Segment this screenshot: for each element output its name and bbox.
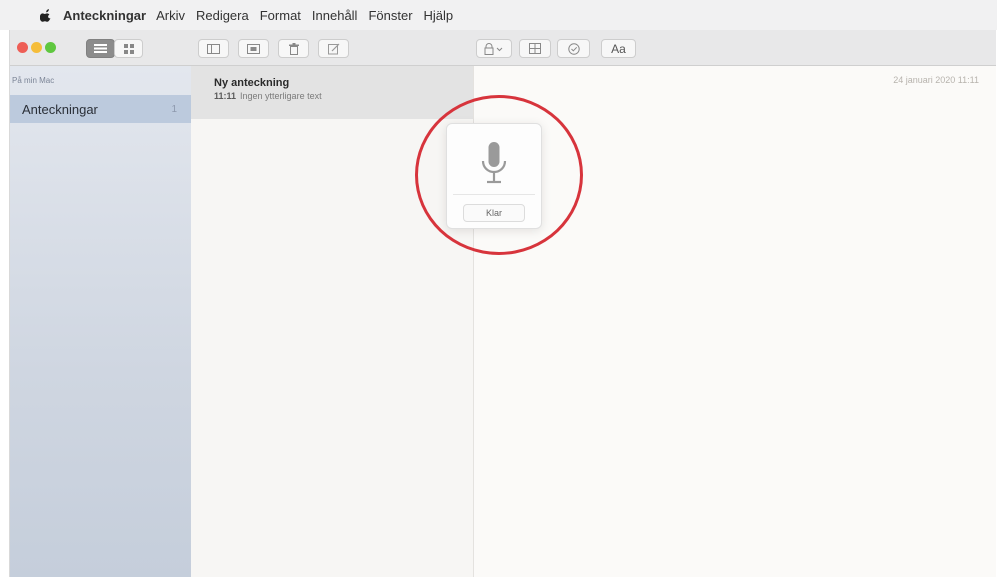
sidebar-toggle-icon xyxy=(207,43,220,54)
attachments-button[interactable] xyxy=(238,39,269,58)
lock-button[interactable] xyxy=(476,39,512,58)
list-view-button[interactable] xyxy=(86,39,115,58)
menu-redigera[interactable]: Redigera xyxy=(196,8,249,23)
trash-icon xyxy=(288,42,299,55)
menu-fonster[interactable]: Fönster xyxy=(368,8,412,23)
toolbar: Aa xyxy=(10,30,996,66)
note-meta: 11:11 Ingen ytterligare text xyxy=(214,91,473,101)
format-button[interactable]: Aa xyxy=(601,39,636,58)
menu-app-name[interactable]: Anteckningar xyxy=(63,8,146,23)
menu-arkiv[interactable]: Arkiv xyxy=(156,8,185,23)
menu-innehall[interactable]: Innehåll xyxy=(312,8,358,23)
attachments-icon xyxy=(247,43,260,54)
checklist-icon xyxy=(567,42,580,55)
minimize-window-button[interactable] xyxy=(31,42,42,53)
microphone-icon xyxy=(481,142,507,184)
new-note-button[interactable] xyxy=(318,39,349,58)
menu-hjalp[interactable]: Hjälp xyxy=(424,8,454,23)
list-view-icon xyxy=(94,44,107,53)
notes-window: Aa På min Mac Anteckningar 1 Ny anteckni… xyxy=(9,30,996,577)
menu-format[interactable]: Format xyxy=(260,8,301,23)
note-editor[interactable]: 24 januari 2020 11:11 xyxy=(475,66,996,577)
sidebar-toggle-button[interactable] xyxy=(198,39,229,58)
gallery-view-button[interactable] xyxy=(114,39,143,58)
compose-icon xyxy=(327,43,339,54)
sidebar-item-anteckningar[interactable]: Anteckningar 1 xyxy=(10,95,191,123)
folder-count: 1 xyxy=(171,103,177,115)
note-preview: Ingen ytterligare text xyxy=(240,91,322,101)
gallery-view-icon xyxy=(123,43,134,54)
done-button[interactable]: Klar xyxy=(463,204,525,222)
table-icon xyxy=(529,43,541,54)
menu-bar: Anteckningar Arkiv Redigera Format Inneh… xyxy=(0,0,997,30)
dictation-popover: Klar xyxy=(446,123,542,229)
checklist-button[interactable] xyxy=(557,39,590,58)
note-date: 24 januari 2020 11:11 xyxy=(893,75,979,85)
zoom-window-button[interactable] xyxy=(45,42,56,53)
note-time: 11:11 xyxy=(214,91,237,101)
list-item[interactable]: Ny anteckning 11:11 Ingen ytterligare tex… xyxy=(191,66,473,119)
apple-logo-icon[interactable] xyxy=(40,9,52,22)
note-title: Ny anteckning xyxy=(214,77,290,89)
sidebar: På min Mac Anteckningar 1 xyxy=(10,66,191,577)
delete-button[interactable] xyxy=(278,39,309,58)
lock-icon xyxy=(484,42,503,55)
sidebar-section-header: På min Mac xyxy=(12,76,55,85)
popover-divider xyxy=(453,194,535,195)
notes-list: Ny anteckning 11:11 Ingen ytterligare tex… xyxy=(191,66,474,577)
table-button[interactable] xyxy=(519,39,551,58)
folder-label: Anteckningar xyxy=(22,101,98,117)
close-window-button[interactable] xyxy=(17,42,28,53)
